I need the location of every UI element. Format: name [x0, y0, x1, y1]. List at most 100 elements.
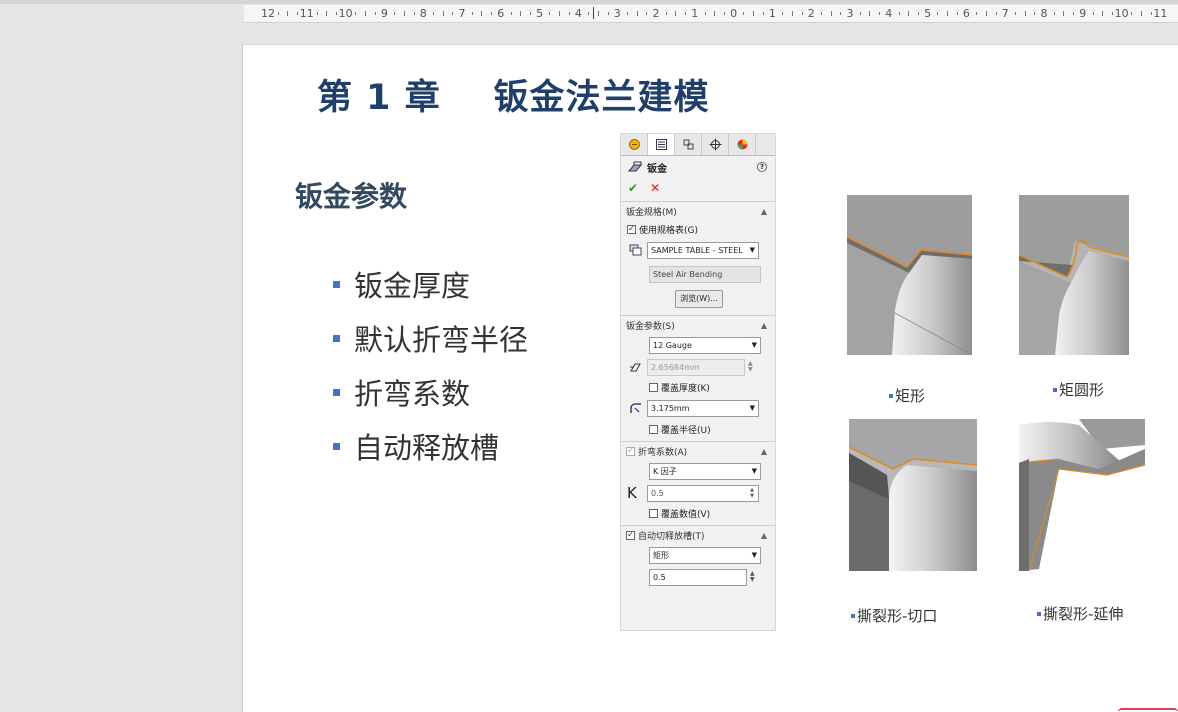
ruler-tick [597, 11, 599, 16]
override-radius-checkbox[interactable] [649, 424, 658, 434]
params-group: 钣金参数(S) ▲ 12 Gauge 2.65684mm ▲▼ 覆盖厚度(K) … [621, 315, 775, 438]
bullet-item: 默认折弯半径 [333, 311, 528, 365]
allowance-type-select[interactable]: K 因子 [649, 462, 761, 480]
configuration-manager-icon[interactable] [675, 134, 702, 155]
relief-type-select[interactable]: 矩形 [649, 546, 761, 564]
bullet-marker [333, 388, 340, 396]
ruler-tick [976, 12, 978, 15]
ruler-number: 7 [1001, 7, 1009, 20]
caption-text: 矩圆形 [1059, 381, 1105, 399]
ruler-tick [1053, 12, 1055, 15]
help-icon[interactable]: ? [757, 162, 767, 172]
ruler-tick [559, 11, 560, 16]
property-manager-icon[interactable] [648, 134, 675, 155]
gauge-select[interactable]: 12 Gauge [649, 336, 761, 354]
caption-text: 矩形 [895, 387, 926, 405]
ruler-number: 2 [652, 7, 660, 20]
ruler-number: 0 [730, 7, 738, 20]
caption-marker [1037, 611, 1041, 616]
params-group-header[interactable]: 钣金参数(S) ▲ [621, 316, 775, 334]
ruler-tick [995, 12, 997, 15]
dimxpert-icon[interactable] [702, 134, 729, 155]
override-value-checkbox[interactable] [649, 508, 658, 518]
bullet-text: 自动释放槽 [354, 431, 500, 465]
bend-radius-icon [627, 400, 643, 416]
slide-page: 第 1 章 钣金法兰建模 钣金参数 钣金厚度 默认折弯半径 折弯系数 自动释放槽… [242, 44, 1178, 712]
gauge-select-row: 12 Gauge [621, 334, 775, 356]
gauge-group: 钣金规格(M) ▲ ✓ 使用规格表(G) SAMPLE TABLE - STEE… [621, 201, 775, 312]
gauge-table-select[interactable]: SAMPLE TABLE - STEEL [647, 241, 759, 259]
image-caption: 矩形 [889, 385, 925, 406]
tear-cut-relief-image [849, 419, 977, 571]
ruler-tick [1024, 11, 1026, 16]
chevron-up-icon[interactable]: ▲ [761, 321, 767, 330]
auto-relief-heading: 自动切释放槽(T) [638, 531, 705, 542]
image-caption: 撕裂形-延伸 [1037, 603, 1123, 624]
bend-radius-select[interactable]: 3.175mm [647, 399, 759, 417]
thickness-spinner[interactable]: ▲ ▼ [748, 361, 753, 373]
override-value-row: 覆盖数值(V) [621, 504, 775, 522]
k-factor-field[interactable]: 0.5 ▲ ▼ [647, 484, 759, 502]
ruler-number: 6 [497, 7, 505, 20]
ruler-tick [714, 11, 716, 16]
ruler-tick [442, 11, 444, 16]
ruler-tick [1111, 12, 1113, 15]
k-factor-value: 0.5 [651, 488, 664, 498]
auto-relief-header[interactable]: ✓ 自动切释放槽(T) ▲ [621, 526, 775, 544]
bullet-list: 钣金厚度 默认折弯半径 折弯系数 自动释放槽 [333, 257, 528, 473]
bend-allowance-heading: 折弯系数(A) [638, 447, 688, 458]
bend-allowance-checkbox[interactable]: ✓ [626, 446, 635, 456]
ruler-tick [1073, 12, 1075, 15]
chevron-up-icon[interactable]: ▲ [761, 447, 767, 456]
ruler-number: 11 [299, 7, 314, 20]
chevron-up-icon[interactable]: ▲ [761, 531, 767, 540]
ruler-tick [1063, 11, 1065, 16]
ruler-tick [481, 11, 483, 16]
k-factor-spinner[interactable]: ▲ ▼ [747, 487, 757, 500]
ruler-tick [675, 11, 677, 16]
sheet-metal-icon [627, 159, 643, 175]
ruler-number: 12 [261, 7, 275, 20]
ruler-number: 4 [574, 7, 582, 20]
ruler-number: 3 [613, 7, 621, 20]
ok-button[interactable]: ✔ [628, 181, 638, 195]
appearance-icon[interactable] [729, 134, 756, 155]
ruler-number: 10 [338, 7, 353, 20]
ruler-indent-marker[interactable] [593, 7, 594, 19]
ruler-number: 5 [924, 7, 932, 20]
use-table-label: 使用规格表(G) [639, 225, 698, 236]
bullet-text: 钣金厚度 [354, 269, 471, 303]
ruler-tick [588, 12, 590, 15]
ruler-tick [355, 12, 357, 15]
ruler-tick [762, 12, 764, 15]
ruler-number: 8 [419, 7, 427, 20]
use-table-row: ✓ 使用规格表(G) [621, 220, 775, 238]
ruler-tick [413, 12, 415, 15]
override-thickness-checkbox[interactable] [649, 382, 658, 392]
ruler-tick [820, 12, 822, 15]
caption-marker [889, 393, 893, 398]
browse-button[interactable]: 浏览(W)... [675, 290, 723, 308]
thickness-field[interactable]: 2.65684mm [647, 358, 745, 376]
relief-ratio-spinner[interactable]: ▲ ▼ [750, 571, 755, 583]
ruler-number: 3 [846, 7, 854, 20]
use-table-checkbox[interactable]: ✓ [627, 224, 636, 234]
auto-relief-checkbox[interactable]: ✓ [626, 530, 635, 540]
ruler-tick [335, 12, 337, 15]
caption-marker [851, 613, 855, 618]
feature-manager-icon[interactable] [621, 134, 648, 155]
horizontal-ruler[interactable]: 12 11 10 9 8 7 6 5 4 3 2 1 0 1 2 3 4 5 6 7 8 9 10 11 [244, 5, 1178, 23]
gauge-group-header[interactable]: 钣金规格(M) ▲ [621, 202, 775, 220]
ruler-tick [491, 12, 493, 15]
override-radius-row: 覆盖半径(U) [621, 420, 775, 438]
bend-allowance-group: ✓ 折弯系数(A) ▲ K 因子 K 0.5 ▲▼ 覆盖数值(V) [621, 441, 775, 522]
ruler-tick [365, 11, 366, 16]
relief-ratio-field[interactable]: 0.5 [649, 568, 747, 586]
caption-marker [1053, 387, 1057, 392]
cancel-button[interactable]: ✕ [650, 181, 660, 195]
window-top-strip [0, 0, 1178, 4]
ruler-number: 5 [536, 7, 544, 20]
bend-allowance-header[interactable]: ✓ 折弯系数(A) ▲ [621, 442, 775, 460]
chevron-up-icon[interactable]: ▲ [761, 207, 767, 216]
ruler-tick [753, 11, 754, 16]
